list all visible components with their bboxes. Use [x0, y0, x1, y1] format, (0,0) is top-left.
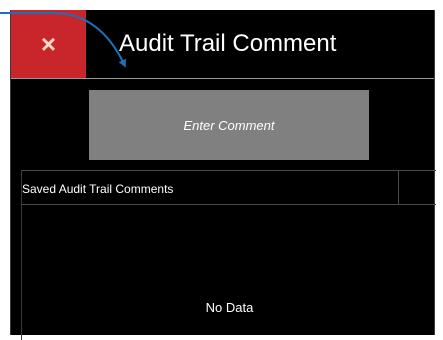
grid-header-extra-column — [398, 171, 437, 204]
close-button[interactable]: × — [11, 10, 86, 78]
enter-comment-label: Enter Comment — [183, 117, 275, 133]
title-separator — [11, 78, 434, 79]
saved-comments-header: Saved Audit Trail Comments — [22, 182, 174, 196]
grid-header: Saved Audit Trail Comments — [22, 170, 436, 205]
title-bar: × Audit Trail Comment — [11, 10, 434, 78]
no-data-message: No Data — [205, 300, 254, 315]
close-icon: × — [40, 29, 57, 59]
saved-comments-grid: Saved Audit Trail Comments No Data — [21, 170, 436, 340]
dialog-title: Audit Trail Comment — [119, 30, 337, 57]
audit-trail-comment-dialog: × Audit Trail Comment Enter Comment Save… — [10, 10, 436, 340]
enter-comment-button[interactable]: Enter Comment — [89, 90, 369, 160]
